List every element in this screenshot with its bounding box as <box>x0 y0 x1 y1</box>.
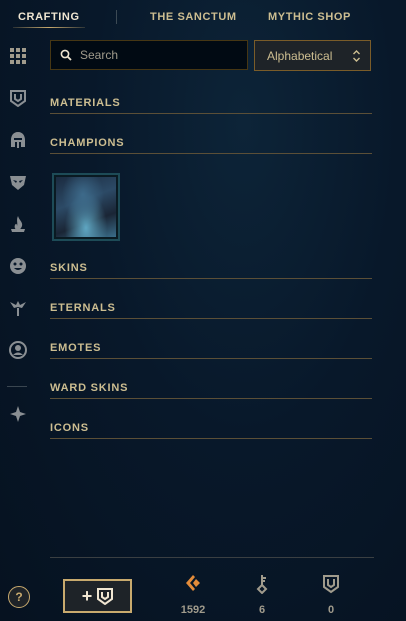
chest-icon[interactable] <box>8 88 28 108</box>
tab-the-sanctum[interactable]: THE SANCTUM <box>150 11 237 23</box>
section-title: ICONS <box>50 422 89 434</box>
search-box[interactable] <box>50 40 248 70</box>
mask-icon[interactable] <box>8 172 28 192</box>
footer-divider <box>50 557 374 558</box>
currency-value: 0 <box>327 604 335 616</box>
key-icon <box>256 575 268 594</box>
sort-dropdown-value: Alphabetical <box>267 48 333 63</box>
currency-value: 6 <box>258 604 266 616</box>
section-icons[interactable]: ICONS <box>50 421 372 443</box>
section-skins[interactable]: SKINS <box>50 261 372 283</box>
search-input[interactable] <box>78 47 242 63</box>
section-divider <box>50 438 372 439</box>
chest-icon <box>97 587 114 605</box>
section-divider <box>50 398 372 399</box>
orange-essence-icon <box>186 575 200 591</box>
plus-icon: + <box>81 586 93 606</box>
top-nav: CRAFTING THE SANCTUM MYTHIC SHOP <box>0 0 406 36</box>
section-divider <box>50 153 372 154</box>
help-button[interactable]: ? <box>8 586 30 608</box>
section-eternals[interactable]: ETERNALS <box>50 301 372 323</box>
currency-value: 1592 <box>180 604 206 616</box>
currency-chests: 0 <box>311 574 351 618</box>
section-divider <box>50 113 372 114</box>
emote-face-icon[interactable] <box>8 256 28 276</box>
ward-icon[interactable] <box>8 298 28 318</box>
section-title: SKINS <box>50 262 88 274</box>
compass-icon[interactable] <box>8 404 28 424</box>
add-chest-button[interactable]: + <box>63 579 132 613</box>
tab-crafting[interactable]: CRAFTING <box>18 11 80 23</box>
section-title: EMOTES <box>50 342 102 354</box>
active-tab-underline <box>13 27 85 28</box>
tab-mythic-shop[interactable]: MYTHIC SHOP <box>268 11 351 23</box>
section-title: CHAMPIONS <box>50 137 125 149</box>
champion-helmet-icon[interactable] <box>8 130 28 150</box>
tab-divider <box>116 10 117 24</box>
section-emotes[interactable]: EMOTES <box>50 341 372 363</box>
section-title: ETERNALS <box>50 302 116 314</box>
section-title: WARD SKINS <box>50 382 129 394</box>
profile-icon[interactable] <box>8 340 28 360</box>
champion-tile[interactable] <box>52 173 120 241</box>
section-divider <box>50 318 372 319</box>
champion-portrait <box>56 177 116 237</box>
chest-icon <box>323 575 339 594</box>
section-materials[interactable]: MATERIALS <box>50 96 372 118</box>
section-title: MATERIALS <box>50 97 121 109</box>
sidebar-divider <box>7 386 27 387</box>
currency-keys: 6 <box>242 574 282 618</box>
chevron-up-down-icon <box>353 50 360 62</box>
section-champions[interactable]: CHAMPIONS <box>50 136 372 158</box>
fire-icon[interactable] <box>8 214 28 234</box>
currency-orange-essence: 1592 <box>173 574 213 618</box>
section-divider <box>50 278 372 279</box>
grid-icon[interactable] <box>8 46 28 66</box>
sort-dropdown[interactable]: Alphabetical <box>254 40 371 71</box>
section-ward-skins[interactable]: WARD SKINS <box>50 381 372 403</box>
search-icon <box>60 49 72 61</box>
section-divider <box>50 358 372 359</box>
